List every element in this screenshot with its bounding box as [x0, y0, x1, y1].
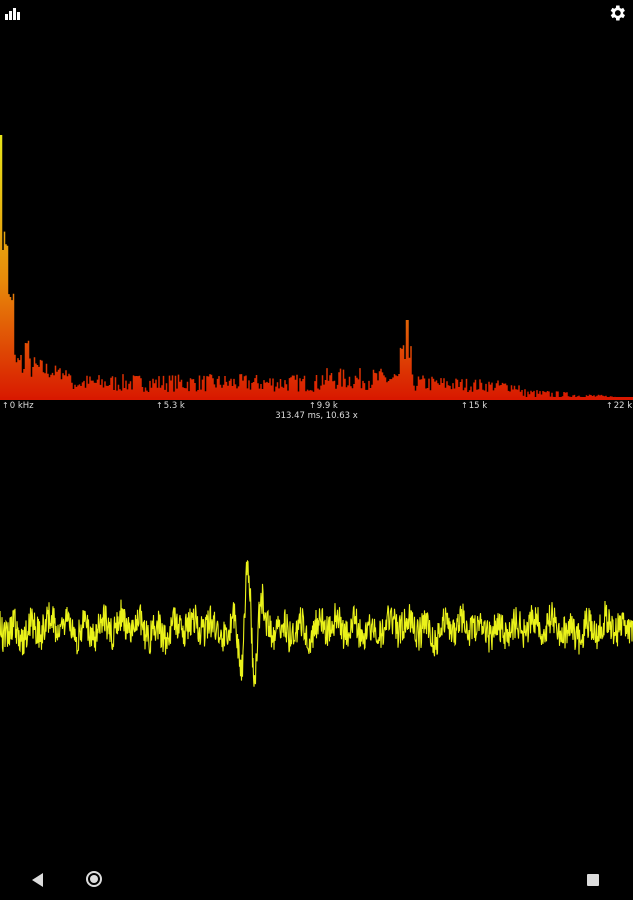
spectrum-bar-path	[0, 135, 633, 400]
navigation-bar	[0, 860, 633, 900]
back-icon[interactable]	[32, 873, 43, 887]
home-icon[interactable]	[86, 871, 102, 887]
waveform-line	[0, 560, 633, 687]
recents-icon[interactable]	[587, 874, 599, 886]
spectrum-plot	[0, 135, 633, 400]
bar-chart-icon[interactable]	[4, 6, 20, 20]
spectrum-bars	[0, 135, 633, 400]
gear-icon[interactable]	[607, 3, 627, 23]
time-readout: 313.47 ms, 10.63 x	[275, 411, 358, 421]
waveform-plot	[0, 560, 633, 687]
status-bar	[0, 0, 633, 26]
